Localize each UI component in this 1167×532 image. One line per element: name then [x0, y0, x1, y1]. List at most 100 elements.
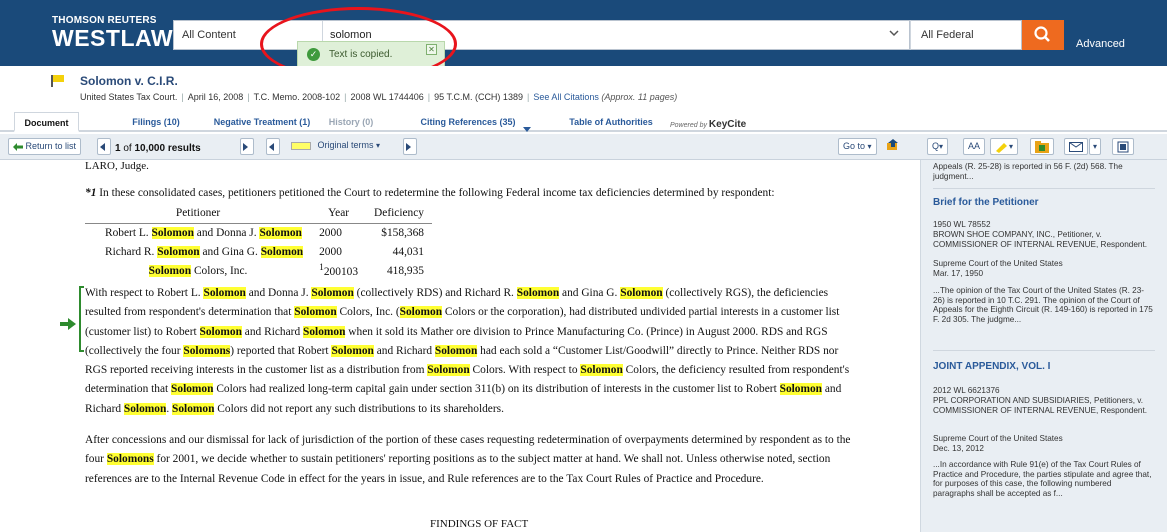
- chevron-down-icon[interactable]: [889, 29, 899, 40]
- caret-down-icon: ▾: [376, 141, 381, 150]
- folder-arrow-icon[interactable]: [882, 138, 904, 155]
- sidebar-item-date: Dec. 13, 2012: [933, 444, 984, 453]
- search-term-highlight: Solomon: [148, 264, 192, 277]
- search-term-highlight: Solomon: [331, 344, 374, 357]
- full-screen-button[interactable]: [1112, 138, 1134, 155]
- envelope-icon: [1069, 141, 1083, 152]
- save-to-folder-button[interactable]: [1030, 138, 1054, 155]
- next-term-button[interactable]: [403, 138, 417, 155]
- sidebar-item-cite: 1950 WL 78552: [933, 220, 991, 229]
- sidebar-item-court: Supreme Court of the United States: [933, 434, 1063, 443]
- current-term-bracket: [79, 286, 84, 352]
- original-terms-label: Original terms: [317, 140, 374, 150]
- paragraph-text: Colors had realized long-term capital ga…: [213, 383, 780, 396]
- go-to-dropdown[interactable]: Go to ▾: [838, 138, 877, 155]
- search-term-highlight: Solomons: [183, 344, 231, 357]
- original-terms-dropdown[interactable]: Original terms ▾: [287, 138, 384, 155]
- search-term-highlight: Solomon: [434, 344, 478, 357]
- top-header-bar: THOMSON REUTERS WESTLAW All Content solo…: [0, 0, 1167, 66]
- email-button[interactable]: [1064, 138, 1088, 155]
- sidebar-item-date: Mar. 17, 1950: [933, 269, 984, 278]
- tab-negative-treatment[interactable]: Negative Treatment (1): [206, 112, 318, 132]
- content-scope-selector[interactable]: All Content: [182, 29, 236, 41]
- sidebar-item-parties: PPL CORPORATION AND SUBSIDIARIES, Petiti…: [933, 396, 1147, 415]
- table-cell-deficiency: 44,031: [392, 245, 424, 258]
- return-to-list-button[interactable]: Return to list: [8, 138, 82, 155]
- result-of: of: [123, 143, 132, 154]
- table-cell-year: 2000: [319, 245, 342, 258]
- advanced-search-link[interactable]: Advanced: [1076, 38, 1125, 50]
- tab-document[interactable]: Document: [14, 112, 79, 132]
- table-cell-deficiency: 418,935: [386, 264, 424, 277]
- triangle-left-icon: [100, 142, 105, 151]
- caret-down-icon: ▾: [867, 142, 872, 151]
- delivery-options-button[interactable]: ▾: [1089, 138, 1102, 155]
- tab-table-of-authorities[interactable]: Table of Authorities: [555, 112, 667, 132]
- paragraph-text: and Gina G.: [559, 287, 621, 299]
- paragraph-text: Colors, Inc. (: [336, 306, 400, 319]
- next-result-button[interactable]: [240, 138, 254, 155]
- sidebar-item-title[interactable]: JOINT APPENDIX, VOL. I: [933, 361, 1050, 372]
- search-button[interactable]: [1022, 20, 1064, 50]
- search-term-highlight: Solomon: [172, 402, 215, 415]
- previous-result-button[interactable]: [97, 138, 111, 155]
- paragraph-text: (collectively RDS) and Richard R.: [353, 287, 517, 299]
- search-term-highlight: Solomon: [199, 325, 242, 338]
- table-row: Robert L. Solomon and Donna J. Solomon 2…: [85, 223, 432, 242]
- search-term-highlight: Solomon: [294, 306, 337, 319]
- annotate-button[interactable]: ▾: [990, 138, 1019, 155]
- divider: [933, 188, 1155, 189]
- tab-citing-references[interactable]: Citing References (35): [418, 112, 518, 132]
- search-term-highlight: Solomons: [106, 453, 154, 466]
- folder-icon: [1035, 140, 1049, 153]
- powered-by-prefix: Powered by: [670, 122, 707, 129]
- tcm-cite: 95 T.C.M. (CCH) 1389: [434, 92, 523, 102]
- body-paragraph: After concessions and our dismissal for …: [85, 431, 855, 489]
- paragraph-text: With respect to Robert L.: [85, 287, 204, 299]
- case-title: Solomon v. C.I.R.: [80, 74, 178, 88]
- approx-pages: (Approx. 11 pages): [601, 92, 678, 102]
- search-term-highlight: Solomon: [516, 287, 560, 299]
- triangle-left-icon: [269, 142, 274, 151]
- go-to-label: Go to: [843, 141, 866, 151]
- keycite-brand: KeyCite: [708, 119, 747, 130]
- sidebar-item-title[interactable]: Brief for the Petitioner: [933, 197, 1039, 208]
- table-header: Petitioner: [85, 204, 312, 224]
- powered-by-keycite: Powered by KeyCite: [670, 119, 746, 130]
- results-counter: 1 of 10,000 results: [115, 143, 201, 154]
- tab-filings[interactable]: Filings (10): [121, 112, 191, 132]
- sidebar-item-cite: 2012 WL 6621376: [933, 386, 1000, 395]
- table-cell-year: 1200103: [319, 263, 359, 278]
- jurisdiction-selector[interactable]: All Federal: [910, 20, 1022, 50]
- paragraph-text: and Richard: [241, 325, 303, 338]
- citation-line: United States Tax Court. | April 16, 2008 |…: [80, 92, 678, 102]
- table-row: Solomon Colors, Inc. 1200103 418,935: [85, 261, 432, 280]
- sidebar-item-parties: BROWN SHOE COMPANY, INC., Petitioner, v.…: [933, 230, 1147, 249]
- search-term-highlight: Solomon: [311, 287, 354, 299]
- star-page: *1: [85, 187, 97, 199]
- paragraph-text: Colors. With respect to: [469, 364, 581, 377]
- search-term-highlight: Solomon: [303, 325, 346, 338]
- previous-term-button[interactable]: [266, 138, 280, 155]
- see-all-citations-link[interactable]: See All Citations: [533, 92, 599, 102]
- sidebar-item-snippet: ...In accordance with Rule 91(e) of the …: [933, 460, 1152, 498]
- search-term-highlight: Solomon: [259, 226, 302, 239]
- section-heading: FINDINGS OF FACT: [430, 518, 529, 530]
- westlaw-logo[interactable]: THOMSON REUTERS WESTLAW: [52, 16, 173, 51]
- search-icon: [1034, 26, 1050, 42]
- search-term-highlight: Solomon: [580, 364, 623, 377]
- return-to-list-label: Return to list: [25, 141, 77, 151]
- search-term-highlight: Solomon: [260, 245, 304, 258]
- search-term-highlight: Solomon: [151, 226, 194, 239]
- caret-down-icon: ▾: [1093, 142, 1098, 151]
- wl-cite: 2008 WL 1744406: [350, 92, 424, 102]
- paragraph-text: and Richard: [373, 344, 435, 357]
- tc-memo-cite: T.C. Memo. 2008-102: [253, 92, 341, 102]
- text-size-button[interactable]: AA: [963, 138, 986, 155]
- judge-line: LARO, Judge.: [85, 160, 149, 172]
- search-term-highlight: Solomon: [427, 364, 470, 377]
- yellow-flag-icon[interactable]: [51, 75, 64, 87]
- table-header: Deficiency: [366, 204, 432, 224]
- result-index: 1: [115, 143, 121, 154]
- search-in-document-button[interactable]: Q▾: [927, 138, 949, 155]
